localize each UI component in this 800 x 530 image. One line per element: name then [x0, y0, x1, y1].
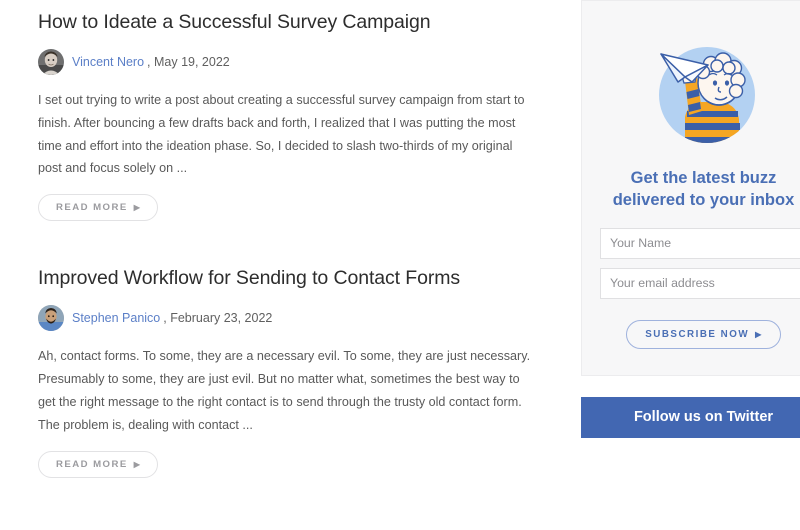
post-byline: Vincent Nero , May 19, 2022	[38, 48, 538, 75]
follow-twitter-label: Follow us on Twitter	[633, 409, 774, 426]
author-link[interactable]: Vincent Nero	[72, 55, 144, 69]
kid-throwing-paper-plane-icon	[645, 31, 763, 154]
follow-twitter-button[interactable]: Follow us on Twitter	[581, 396, 800, 438]
post-excerpt: I set out trying to write a post about c…	[38, 92, 525, 176]
caret-right-icon: ▶	[133, 459, 142, 469]
avatar	[38, 305, 64, 332]
name-input[interactable]	[600, 227, 800, 259]
newsletter-signup-card: Get the latest buzz delivered to your in…	[581, 0, 800, 376]
post-item: How to Ideate a Successful Survey Campai…	[38, 0, 538, 222]
post-item: Improved Workflow for Sending to Contact…	[38, 266, 538, 478]
caret-right-icon: ▶	[755, 329, 763, 339]
caret-right-icon: ▶	[133, 203, 142, 213]
read-more-label: READ MORE	[56, 458, 128, 470]
post-date: , February 23, 2022	[163, 311, 273, 326]
email-input[interactable]	[600, 267, 800, 299]
read-more-label: READ MORE	[56, 202, 128, 214]
author-link[interactable]: Stephen Panico	[72, 311, 160, 325]
avatar	[38, 48, 64, 75]
sidebar: Get the latest buzz delivered to your in…	[581, 0, 800, 438]
article-list: How to Ideate a Successful Survey Campai…	[38, 0, 538, 530]
blog-listing-page: How to Ideate a Successful Survey Campai…	[0, 0, 800, 530]
post-byline: Stephen Panico , February 23, 2022	[38, 305, 538, 332]
read-more-button[interactable]: READ MORE ▶	[38, 450, 159, 478]
post-title-link[interactable]: How to Ideate a Successful Survey Campai…	[38, 10, 538, 36]
post-date: , May 19, 2022	[147, 54, 230, 69]
post-title-link[interactable]: Improved Workflow for Sending to Contact…	[38, 266, 538, 292]
read-more-button[interactable]: READ MORE ▶	[38, 194, 159, 222]
subscribe-now-button[interactable]: SUBSCRIBE NOW ▶	[626, 319, 781, 349]
post-excerpt: Ah, contact forms. To some, they are a n…	[38, 349, 531, 432]
subscribe-label: SUBSCRIBE NOW	[645, 328, 750, 340]
newsletter-heading: Get the latest buzz delivered to your in…	[612, 169, 795, 209]
illustration-wrap	[600, 31, 800, 154]
